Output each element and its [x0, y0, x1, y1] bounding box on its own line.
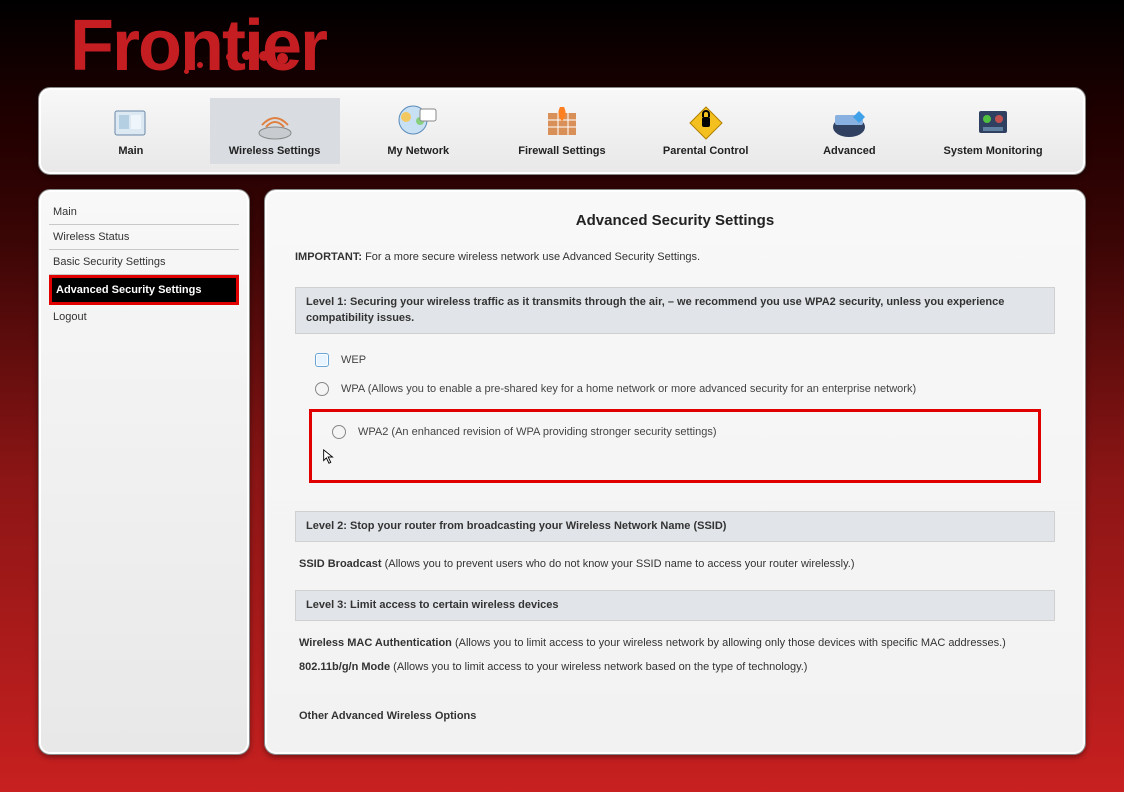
ssid-label: SSID Broadcast: [299, 558, 382, 570]
mac-label: Wireless MAC Authentication: [299, 637, 452, 649]
sidebar-item-wireless-status[interactable]: Wireless Status: [49, 225, 239, 250]
logo-dots-icon: [180, 0, 292, 79]
nav-network-label: My Network: [367, 144, 469, 158]
important-text: For a more secure wireless network use A…: [362, 251, 700, 263]
advanced-icon: [827, 104, 871, 142]
nav-monitoring-label: System Monitoring: [942, 144, 1044, 158]
security-option-wpa2[interactable]: WPA2 (An enhanced revision of WPA provid…: [316, 420, 1034, 445]
radio-wpa2[interactable]: [332, 425, 346, 439]
mac-text: (Allows you to limit access to your wire…: [452, 637, 1006, 649]
sidebar-item-main[interactable]: Main: [49, 200, 239, 225]
nav-system-monitoring[interactable]: System Monitoring: [928, 98, 1058, 164]
mac-auth-setting[interactable]: Wireless MAC Authentication (Allows you …: [295, 633, 1055, 657]
nav-main-label: Main: [80, 144, 182, 158]
important-note: IMPORTANT: For a more secure wireless ne…: [295, 251, 1055, 263]
nav-wireless-settings[interactable]: Wireless Settings: [210, 98, 340, 164]
sidebar-item-advanced-security[interactable]: Advanced Security Settings: [49, 275, 239, 305]
mode-label: 802.11b/g/n Mode: [299, 661, 390, 673]
level1-header: Level 1: Securing your wireless traffic …: [295, 287, 1055, 334]
page-title: Advanced Security Settings: [295, 212, 1055, 229]
nav-wireless-label: Wireless Settings: [224, 144, 326, 158]
level3-header: Level 3: Limit access to certain wireles…: [295, 590, 1055, 621]
nav-advanced[interactable]: Advanced: [784, 98, 914, 164]
security-option-wep[interactable]: WEP: [295, 346, 1055, 375]
radio-wep[interactable]: [315, 353, 329, 367]
parental-icon: [684, 104, 728, 142]
nav-main[interactable]: Main: [66, 98, 196, 164]
other-advanced-options[interactable]: Other Advanced Wireless Options: [295, 692, 1055, 722]
wpa-label: WPA (Allows you to enable a pre-shared k…: [341, 381, 1035, 398]
home-icon: [109, 104, 153, 142]
wireless-icon: [253, 104, 297, 142]
nav-parental-label: Parental Control: [655, 144, 757, 158]
sidebar: Main Wireless Status Basic Security Sett…: [38, 189, 250, 755]
radio-wpa[interactable]: [315, 382, 329, 396]
mode-setting[interactable]: 802.11b/g/n Mode (Allows you to limit ac…: [295, 657, 1055, 693]
ssid-text: (Allows you to prevent users who do not …: [382, 558, 855, 570]
nav-advanced-label: Advanced: [798, 144, 900, 158]
wep-label: WEP: [341, 352, 1035, 369]
network-icon: [396, 104, 440, 142]
wpa2-highlight-box: WPA2 (An enhanced revision of WPA provid…: [309, 409, 1041, 483]
mode-text: (Allows you to limit access to your wire…: [390, 661, 807, 673]
firewall-icon: [540, 104, 584, 142]
nav-firewall-label: Firewall Settings: [511, 144, 613, 158]
important-label: IMPORTANT:: [295, 251, 362, 263]
wpa2-label: WPA2 (An enhanced revision of WPA provid…: [358, 424, 1018, 441]
level2-header: Level 2: Stop your router from broadcast…: [295, 511, 1055, 542]
nav-firewall-settings[interactable]: Firewall Settings: [497, 98, 627, 164]
cursor-icon: [322, 449, 1040, 470]
nav-my-network[interactable]: My Network: [353, 98, 483, 164]
sidebar-item-basic-security[interactable]: Basic Security Settings: [49, 250, 239, 275]
monitoring-icon: [971, 104, 1015, 142]
sidebar-item-logout[interactable]: Logout: [49, 305, 239, 329]
top-nav: Main Wireless Settings My Network Firewa…: [38, 87, 1086, 175]
security-option-wpa[interactable]: WPA (Allows you to enable a pre-shared k…: [295, 375, 1055, 404]
content-panel: Advanced Security Settings IMPORTANT: Fo…: [264, 189, 1086, 755]
logo-area: Frontier: [0, 0, 1124, 87]
brand-logo: Frontier: [70, 5, 326, 87]
ssid-broadcast-setting[interactable]: SSID Broadcast (Allows you to prevent us…: [295, 554, 1055, 590]
nav-parental-control[interactable]: Parental Control: [641, 98, 771, 164]
